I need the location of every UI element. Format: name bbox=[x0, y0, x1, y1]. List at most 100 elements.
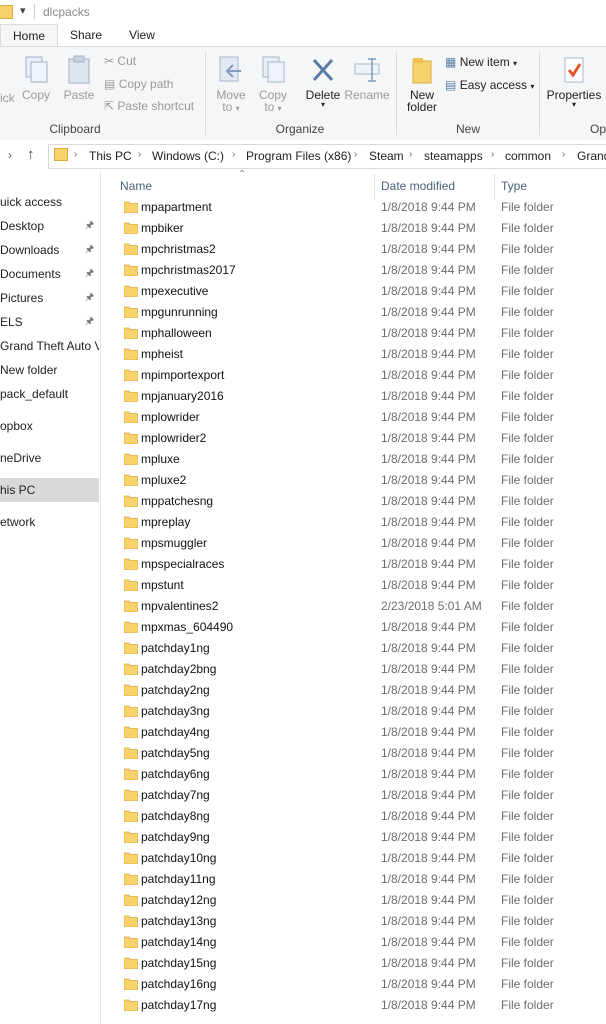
file-row[interactable]: patchday14ng 1/8/2018 9:44 PM File folder bbox=[112, 932, 606, 953]
file-row[interactable]: patchday1ng 1/8/2018 9:44 PM File folder bbox=[112, 638, 606, 659]
file-row[interactable]: mpxmas_604490 1/8/2018 9:44 PM File folder bbox=[112, 617, 606, 638]
nav-item-pack-default[interactable]: pack_default bbox=[0, 382, 99, 406]
column-header-name[interactable]: Name bbox=[120, 179, 152, 193]
nav-item-els[interactable]: ELS 🖈 bbox=[0, 310, 99, 334]
paste-button[interactable]: Paste bbox=[60, 55, 98, 102]
file-row[interactable]: patchday6ng 1/8/2018 9:44 PM File folder bbox=[112, 764, 606, 785]
file-row[interactable]: mppatchesng 1/8/2018 9:44 PM File folder bbox=[112, 491, 606, 512]
file-row[interactable]: patchday3ng 1/8/2018 9:44 PM File folder bbox=[112, 701, 606, 722]
scissors-icon: ✂ bbox=[104, 54, 115, 68]
file-row[interactable]: mplowrider 1/8/2018 9:44 PM File folder bbox=[112, 407, 606, 428]
file-row[interactable]: mpimportexport 1/8/2018 9:44 PM File folde… bbox=[112, 365, 606, 386]
breadcrumb-this-pc[interactable]: This PC bbox=[89, 149, 132, 163]
file-name: mpchristmas2017 bbox=[141, 263, 236, 277]
nav-item-onedrive[interactable]: neDrive bbox=[0, 446, 99, 470]
move-to-button[interactable]: Move to ▾ bbox=[212, 55, 250, 114]
file-type: File folder bbox=[501, 389, 554, 403]
file-row[interactable]: patchday2ng 1/8/2018 9:44 PM File folder bbox=[112, 680, 606, 701]
column-header-type[interactable]: Type bbox=[501, 179, 527, 193]
tab-view[interactable]: View bbox=[116, 24, 168, 46]
easy-access-button[interactable]: ▤ Easy access ▾ bbox=[445, 78, 534, 92]
breadcrumb-grand[interactable]: Grand bbox=[577, 149, 606, 163]
file-type: File folder bbox=[501, 914, 554, 928]
file-row[interactable]: patchday4ng 1/8/2018 9:44 PM File folder bbox=[112, 722, 606, 743]
nav-item-this-pc[interactable]: his PC bbox=[0, 478, 99, 502]
breadcrumb-windows-c[interactable]: Windows (C:) bbox=[152, 149, 224, 163]
up-arrow-icon[interactable]: ↑ bbox=[27, 146, 35, 163]
copy-to-icon bbox=[262, 56, 285, 83]
nav-item-new-folder[interactable]: New folder bbox=[0, 358, 99, 382]
file-row[interactable]: mpgunrunning 1/8/2018 9:44 PM File folder bbox=[112, 302, 606, 323]
file-row[interactable]: mpapartment 1/8/2018 9:44 PM File folder bbox=[112, 197, 606, 218]
column-header-date-modified[interactable]: Date modified bbox=[381, 179, 455, 193]
folder-icon bbox=[124, 285, 138, 297]
file-row[interactable]: patchday12ng 1/8/2018 9:44 PM File folder bbox=[112, 890, 606, 911]
rename-button[interactable]: Rename bbox=[344, 55, 390, 102]
file-row[interactable]: mpreplay 1/8/2018 9:44 PM File folder bbox=[112, 512, 606, 533]
file-row[interactable]: patchday17ng 1/8/2018 9:44 PM File folder bbox=[112, 995, 606, 1016]
folder-icon bbox=[124, 537, 138, 549]
nav-item-network[interactable]: etwork bbox=[0, 510, 99, 534]
folder-icon bbox=[124, 390, 138, 402]
file-row[interactable]: mpjanuary2016 1/8/2018 9:44 PM File folder bbox=[112, 386, 606, 407]
file-row[interactable]: mpspecialraces 1/8/2018 9:44 PM File folde… bbox=[112, 554, 606, 575]
file-name: mpreplay bbox=[141, 515, 191, 529]
file-row[interactable]: mpheist 1/8/2018 9:44 PM File folder bbox=[112, 344, 606, 365]
file-name: patchday10ng bbox=[141, 851, 217, 865]
delete-button[interactable]: Delete ▾ bbox=[303, 55, 343, 109]
file-row[interactable]: patchday7ng 1/8/2018 9:44 PM File folder bbox=[112, 785, 606, 806]
file-row[interactable]: mpexecutive 1/8/2018 9:44 PM File folder bbox=[112, 281, 606, 302]
breadcrumb-common[interactable]: common bbox=[505, 149, 551, 163]
copy-to-button[interactable]: Copy to ▾ bbox=[254, 55, 292, 114]
nav-item-dropbox[interactable]: opbox bbox=[0, 414, 99, 438]
nav-item-desktop[interactable]: Desktop 🖈 bbox=[0, 214, 99, 238]
file-date-modified: 1/8/2018 9:44 PM bbox=[381, 893, 476, 907]
file-row[interactable]: patchday8ng 1/8/2018 9:44 PM File folder bbox=[112, 806, 606, 827]
nav-item-quick-access[interactable]: uick access bbox=[0, 190, 99, 214]
new-item-button[interactable]: ▦ New item ▾ bbox=[445, 55, 517, 69]
folder-icon bbox=[124, 600, 138, 612]
paste-shortcut-button[interactable]: ⇱ Paste shortcut bbox=[104, 99, 194, 113]
file-row[interactable]: mphalloween 1/8/2018 9:44 PM File folder bbox=[112, 323, 606, 344]
file-row[interactable]: mplowrider2 1/8/2018 9:44 PM File folder bbox=[112, 428, 606, 449]
nav-item-documents[interactable]: Documents 🖈 bbox=[0, 262, 99, 286]
file-row[interactable]: mpstunt 1/8/2018 9:44 PM File folder bbox=[112, 575, 606, 596]
file-row[interactable]: patchday2bng 1/8/2018 9:44 PM File folder bbox=[112, 659, 606, 680]
breadcrumb-steamapps[interactable]: steamapps bbox=[424, 149, 483, 163]
file-row[interactable]: patchday11ng 1/8/2018 9:44 PM File folder bbox=[112, 869, 606, 890]
file-row[interactable]: patchday5ng 1/8/2018 9:44 PM File folder bbox=[112, 743, 606, 764]
nav-item-label: Pictures bbox=[0, 291, 44, 305]
file-row[interactable]: mpvalentines2 2/23/2018 5:01 AM File folde… bbox=[112, 596, 606, 617]
tab-home[interactable]: Home bbox=[0, 24, 58, 47]
new-folder-button[interactable]: New folder bbox=[402, 55, 442, 114]
properties-button[interactable]: Properties ▾ bbox=[545, 55, 603, 109]
forward-chevron-icon[interactable]: › bbox=[8, 148, 12, 162]
file-row[interactable]: mpluxe2 1/8/2018 9:44 PM File folder bbox=[112, 470, 606, 491]
chevron-right-icon: › bbox=[562, 149, 566, 160]
file-row[interactable]: mpchristmas2 1/8/2018 9:44 PM File folder bbox=[112, 239, 606, 260]
file-row[interactable]: mpsmuggler 1/8/2018 9:44 PM File folder bbox=[112, 533, 606, 554]
file-row[interactable]: mpbiker 1/8/2018 9:44 PM File folder bbox=[112, 218, 606, 239]
tab-share[interactable]: Share bbox=[60, 24, 112, 46]
file-row[interactable]: patchday13ng 1/8/2018 9:44 PM File folder bbox=[112, 911, 606, 932]
breadcrumb-steam[interactable]: Steam bbox=[369, 149, 404, 163]
file-row[interactable]: patchday16ng 1/8/2018 9:44 PM File folder bbox=[112, 974, 606, 995]
file-row[interactable]: patchday15ng 1/8/2018 9:44 PM File folder bbox=[112, 953, 606, 974]
breadcrumb-program-files[interactable]: Program Files (x86) bbox=[246, 149, 351, 163]
copy-button[interactable]: Copy bbox=[18, 55, 54, 102]
pin-quick-access-button[interactable]: ick bbox=[0, 91, 15, 105]
nav-item-pictures[interactable]: Pictures 🖈 bbox=[0, 286, 99, 310]
copy-path-button[interactable]: ▤ Copy path bbox=[104, 77, 173, 91]
file-row[interactable]: mpchristmas2017 1/8/2018 9:44 PM File fold… bbox=[112, 260, 606, 281]
quick-access-dropdown-icon[interactable]: ▾ bbox=[20, 4, 26, 17]
pin-icon: 🖈 bbox=[85, 316, 95, 327]
cut-button[interactable]: ✂ Cut bbox=[104, 54, 136, 68]
file-row[interactable]: patchday9ng 1/8/2018 9:44 PM File folder bbox=[112, 827, 606, 848]
file-type: File folder bbox=[501, 851, 554, 865]
nav-item-gta-v[interactable]: Grand Theft Auto V bbox=[0, 334, 99, 358]
pane-divider[interactable] bbox=[100, 172, 101, 1024]
address-bar: › ↑ › This PC › Windows (C:) › Program F… bbox=[0, 140, 606, 172]
file-row[interactable]: patchday10ng 1/8/2018 9:44 PM File folder bbox=[112, 848, 606, 869]
nav-item-downloads[interactable]: Downloads 🖈 bbox=[0, 238, 99, 262]
file-row[interactable]: mpluxe 1/8/2018 9:44 PM File folder bbox=[112, 449, 606, 470]
